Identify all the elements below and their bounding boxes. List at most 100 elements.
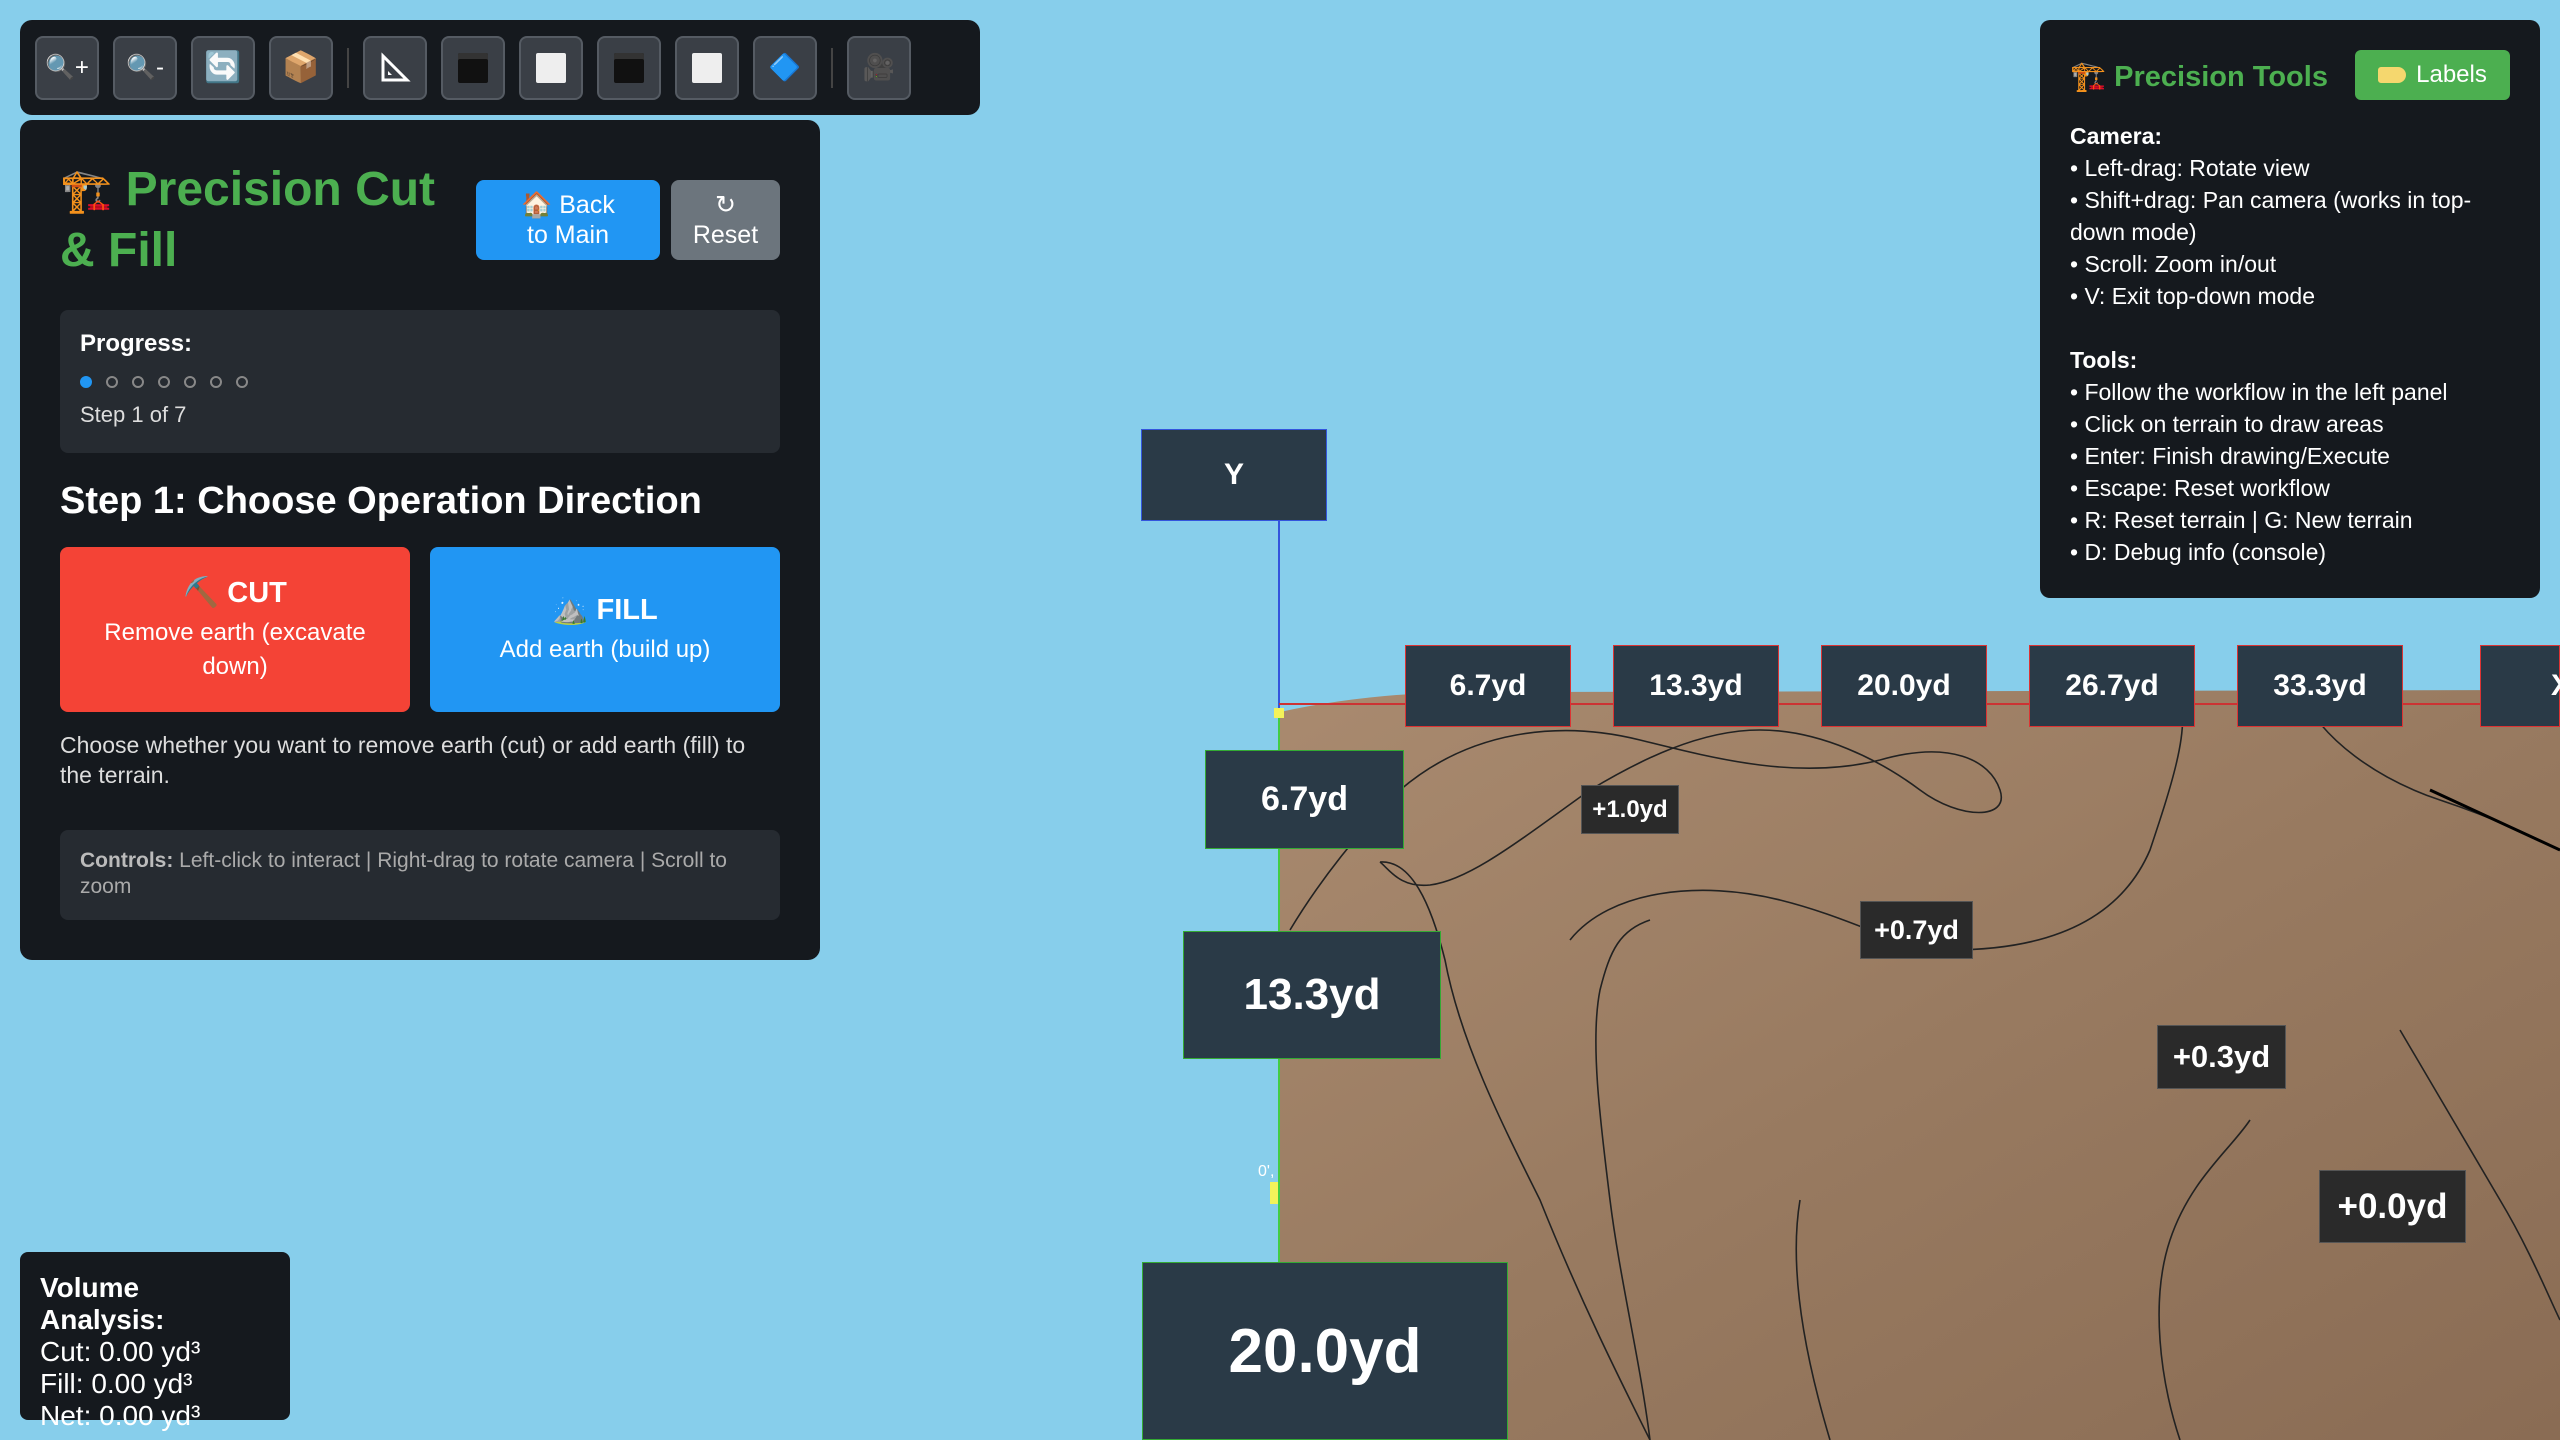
help-item: • Follow the workflow in the left panel	[2070, 379, 2448, 405]
box-icon: 📦	[282, 51, 320, 84]
volume-analysis: Volume Analysis: Cut: 0.00 yd³ Fill: 0.0…	[20, 1252, 290, 1431]
progress-dot	[106, 376, 118, 388]
step-hint: Choose whether you want to remove earth …	[60, 732, 746, 788]
toolbar-separator	[831, 47, 833, 88]
home-icon: 🏠	[521, 191, 553, 219]
origin-tick-label: 0',	[1258, 1163, 1274, 1180]
dim-label-top-6: X	[2480, 645, 2560, 727]
toolbar: 🔍+ 🔍- 🔄 📦 🔷 🎥	[20, 20, 980, 115]
measure-button[interactable]	[363, 35, 427, 100]
dim-label-left-2: 13.3yd	[1183, 931, 1441, 1059]
view-light-button-1[interactable]	[519, 35, 583, 100]
dim-label-left-3: 20.0yd	[1142, 1262, 1508, 1440]
controls-text: Left-click to interact | Right-drag to r…	[80, 849, 727, 898]
back-to-main-label: 🏠 Back to Main	[508, 190, 628, 250]
help-text: Camera: • Left-drag: Rotate view • Shift…	[2070, 120, 2520, 568]
help-item: • Shift+drag: Pan camera (works in top-d…	[2070, 187, 2472, 245]
progress-dot	[210, 376, 222, 388]
progress-dot	[158, 376, 170, 388]
reset-icon: ↻	[715, 191, 736, 219]
dim-label-top-1: 6.7yd	[1405, 645, 1571, 727]
zoom-out-button[interactable]: 🔍-	[113, 35, 177, 100]
back-to-main-button[interactable]: 🏠 Back to Main	[476, 180, 660, 260]
fill-description: Add earth (build up)	[499, 635, 711, 663]
refresh-button[interactable]: 🔄	[191, 35, 255, 100]
volume-cut: Cut: 0.00 yd³	[40, 1336, 201, 1367]
fill-label: FILL	[596, 593, 658, 626]
cut-button[interactable]: ⛏️ CUT Remove earth (excavate down)	[60, 547, 410, 712]
diamond-button[interactable]: 🔷	[753, 35, 817, 100]
tools-section-title: Tools:	[2070, 347, 2138, 373]
light-square-icon	[536, 52, 566, 83]
reset-button[interactable]: ↻ Reset	[671, 180, 780, 260]
elevation-label-1: +1.0yd	[1581, 785, 1679, 834]
help-item: • Left-drag: Rotate view	[2070, 155, 2310, 181]
fill-button[interactable]: ⛰️ FILL Add earth (build up)	[430, 547, 780, 712]
progress-step-text: Step 1 of 7	[80, 402, 187, 427]
dark-square-icon	[458, 52, 488, 83]
zoom-in-button[interactable]: 🔍+	[35, 35, 99, 100]
crane-icon: 🏗️	[2070, 61, 2107, 93]
progress-dot	[184, 376, 196, 388]
progress-dot	[80, 376, 92, 388]
toolbar-separator	[347, 47, 349, 88]
progress-box: Progress: Step 1 of 7	[60, 310, 780, 453]
help-item: • V: Exit top-down mode	[2070, 283, 2315, 309]
view-dark-button-2[interactable]	[597, 35, 661, 100]
help-item: • R: Reset terrain | G: New terrain	[2070, 507, 2413, 533]
mountain-icon: ⛰️	[552, 593, 589, 626]
progress-title: Progress:	[80, 330, 193, 357]
view-dark-button-1[interactable]	[441, 35, 505, 100]
camera-icon: 🎥	[862, 52, 896, 82]
help-item: • Escape: Reset workflow	[2070, 475, 2330, 501]
cut-label: CUT	[227, 576, 287, 609]
fill-button-title: ⛰️ FILL	[552, 593, 657, 627]
elevation-label-3: +0.3yd	[2157, 1025, 2286, 1089]
volume-title: Volume Analysis:	[40, 1272, 165, 1335]
light-square-icon	[692, 52, 722, 83]
help-item: • Enter: Finish drawing/Execute	[2070, 443, 2390, 469]
crane-icon: 🏗️	[60, 167, 113, 214]
cut-button-title: ⛏️ CUT	[183, 576, 287, 610]
dim-label-top-4: 26.7yd	[2029, 645, 2195, 727]
elevation-label-4: +0.0yd	[2319, 1170, 2466, 1243]
progress-dot	[132, 376, 144, 388]
progress-dot	[236, 376, 248, 388]
help-panel-title: 🏗️ Precision Tools	[2070, 60, 2328, 94]
workflow-panel: 🏗️ Precision Cut & Fill 🏠 Back to Main ↻…	[20, 120, 820, 960]
controls-box: Controls: Left-click to interact | Right…	[60, 830, 780, 920]
help-item: • D: Debug info (console)	[2070, 539, 2327, 565]
step-title: Step 1: Choose Operation Direction	[60, 480, 702, 522]
help-item: • Scroll: Zoom in/out	[2070, 251, 2277, 277]
panel-title: 🏗️ Precision Cut & Fill	[60, 160, 460, 281]
help-panel: 🏗️ Precision Tools Labels Camera: • Left…	[2040, 20, 2540, 598]
volume-net: Net: 0.00 yd³	[40, 1400, 201, 1431]
labels-button-text: Labels	[2416, 61, 2487, 88]
dim-label-top-5: 33.3yd	[2237, 645, 2403, 727]
y-axis-label: Y	[1141, 429, 1327, 521]
help-item: • Click on terrain to draw areas	[2070, 411, 2384, 437]
reset-label: Reset	[692, 221, 759, 249]
camera-button[interactable]: 🎥	[847, 35, 911, 100]
labels-toggle-button[interactable]: Labels	[2355, 50, 2510, 100]
tag-icon	[2378, 67, 2407, 83]
zoom-in-icon: 🔍+	[45, 54, 89, 81]
cut-description: Remove earth (excavate down)	[104, 618, 366, 680]
zoom-out-icon: 🔍-	[126, 54, 164, 81]
blue-diamond-icon: 🔷	[768, 52, 802, 82]
box-button[interactable]: 📦	[269, 35, 333, 100]
dim-label-top-2: 13.3yd	[1613, 645, 1779, 727]
camera-section-title: Camera:	[2070, 123, 2163, 149]
volume-fill: Fill: 0.00 yd³	[40, 1368, 193, 1399]
view-light-button-2[interactable]	[675, 35, 739, 100]
refresh-icon: 🔄	[204, 51, 242, 84]
elevation-label-2: +0.7yd	[1860, 901, 1973, 959]
pick-icon: ⛏️	[183, 576, 220, 609]
ruler-triangle-icon	[381, 51, 411, 81]
panel-title-text: Precision Cut & Fill	[60, 163, 436, 277]
help-panel-title-text: Precision Tools	[2114, 61, 2328, 93]
controls-label: Controls:	[80, 849, 174, 872]
origin-marker-lower	[1270, 1182, 1278, 1204]
dark-square-icon	[614, 52, 644, 83]
